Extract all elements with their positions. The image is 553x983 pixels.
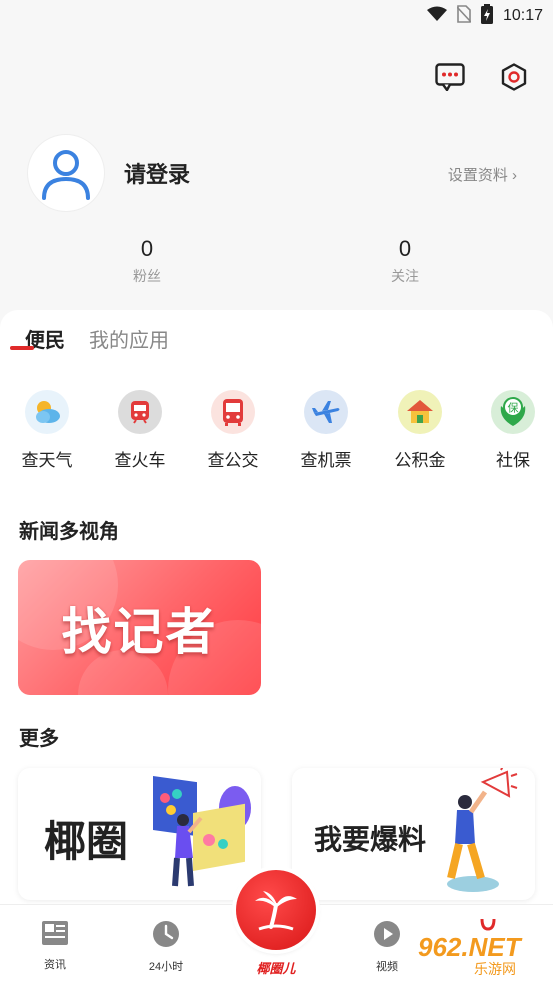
service-bus[interactable]: 查公交 bbox=[198, 390, 268, 471]
following-stat[interactable]: 0 关注 bbox=[355, 236, 455, 286]
message-icon[interactable] bbox=[433, 60, 467, 94]
service-flight[interactable]: 查机票 bbox=[291, 390, 361, 471]
settings-icon[interactable] bbox=[497, 60, 531, 94]
nav-news[interactable]: 资讯 bbox=[20, 919, 90, 972]
video-play-icon bbox=[374, 921, 400, 947]
status-bar: 10:17 bbox=[0, 0, 553, 32]
service-weather[interactable]: 查天气 bbox=[12, 390, 82, 471]
plane-icon bbox=[304, 390, 348, 434]
submit-tip-text: 我要爆料 bbox=[314, 823, 427, 856]
wifi-icon bbox=[426, 6, 447, 27]
nav-news-label: 资讯 bbox=[44, 959, 66, 971]
service-social-security[interactable]: 保 社保 bbox=[478, 390, 548, 471]
palm-tree-icon bbox=[255, 891, 297, 931]
status-time: 10:17 bbox=[502, 7, 543, 24]
house-icon bbox=[398, 390, 442, 434]
train-icon bbox=[118, 390, 162, 434]
service-housing-fund[interactable]: 公积金 bbox=[385, 390, 455, 471]
social-security-icon: 保 bbox=[491, 390, 535, 434]
news-section-title: 新闻多视角 bbox=[19, 521, 119, 543]
illustration-person-icon bbox=[153, 776, 251, 887]
coconut-circle-card[interactable]: 椰圈 bbox=[18, 768, 261, 900]
find-reporter-card[interactable]: 找记者 bbox=[18, 560, 261, 695]
coconut-circle-text: 椰圈 bbox=[44, 817, 129, 866]
coconut-circle-nav-button[interactable] bbox=[236, 870, 316, 950]
following-label: 关注 bbox=[391, 268, 419, 284]
following-count: 0 bbox=[398, 236, 412, 261]
battery-charging-icon bbox=[480, 3, 493, 29]
avatar[interactable] bbox=[28, 135, 104, 211]
edit-profile-link[interactable]: 设置资料 › bbox=[448, 164, 517, 185]
illustration-megaphone-icon bbox=[447, 768, 518, 892]
service-label: 查天气 bbox=[21, 451, 73, 470]
find-reporter-text: 找记者 bbox=[61, 601, 218, 661]
submit-tip-card[interactable]: 我要爆料 bbox=[292, 768, 535, 900]
service-label: 公积金 bbox=[394, 451, 446, 470]
service-label: 查火车 bbox=[114, 451, 166, 470]
watermark-logo: 962.NET 乐游网 bbox=[418, 932, 548, 980]
no-sim-icon bbox=[456, 4, 472, 28]
user-avatar-icon bbox=[42, 150, 90, 200]
nav-video[interactable]: 视频 bbox=[352, 919, 422, 974]
svg-text:保: 保 bbox=[508, 401, 519, 415]
tab-my-apps[interactable]: 我的应用 bbox=[89, 324, 169, 353]
tab-bar: 便民 我的应用 bbox=[25, 324, 169, 353]
profile-section[interactable]: 请登录 bbox=[28, 135, 190, 211]
service-train[interactable]: 查火车 bbox=[105, 390, 175, 471]
followers-stat[interactable]: 0 粉丝 bbox=[97, 236, 197, 286]
top-actions bbox=[433, 60, 531, 94]
services-row: 查天气 查火车 查公交 查机票 公积金 保 社保 bbox=[0, 390, 553, 480]
nav-24h[interactable]: 24小时 bbox=[131, 919, 201, 974]
weather-icon bbox=[25, 390, 69, 434]
login-prompt[interactable]: 请登录 bbox=[124, 157, 190, 189]
nav-24h-label: 24小时 bbox=[148, 961, 184, 973]
watermark-subtext: 乐游网 bbox=[474, 961, 516, 977]
service-label: 社保 bbox=[496, 451, 530, 470]
service-label: 查公交 bbox=[207, 451, 259, 470]
service-label: 查机票 bbox=[300, 451, 352, 470]
followers-count: 0 bbox=[140, 236, 154, 261]
bus-icon bbox=[211, 390, 255, 434]
active-tab-indicator bbox=[10, 346, 34, 350]
coconut-circle-nav-label: 椰圈儿 bbox=[256, 961, 296, 976]
more-section-title: 更多 bbox=[19, 728, 59, 750]
news-icon bbox=[42, 921, 68, 945]
nav-video-label: 视频 bbox=[376, 961, 398, 973]
followers-label: 粉丝 bbox=[133, 268, 161, 284]
clock-icon bbox=[153, 921, 179, 947]
